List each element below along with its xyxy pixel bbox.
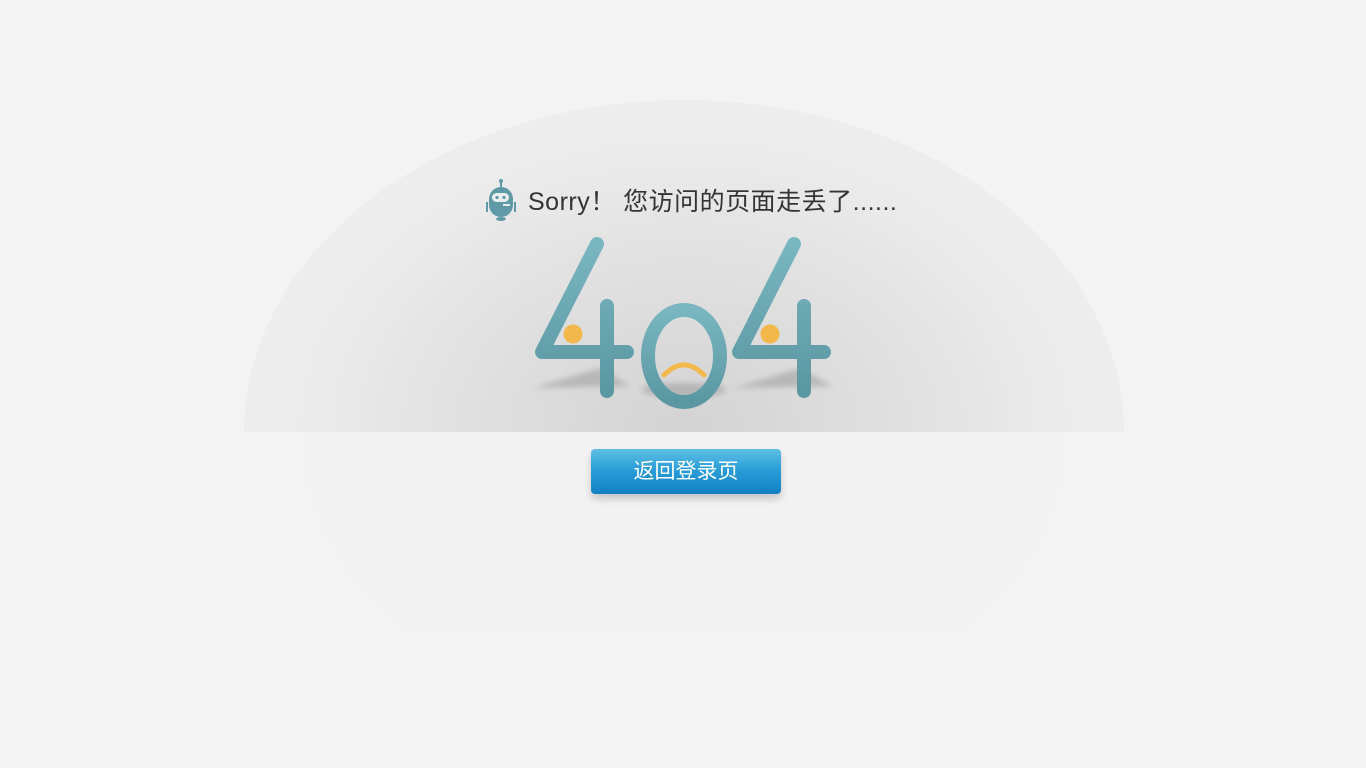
back-to-login-button[interactable]: 返回登录页 <box>591 449 781 494</box>
robot-icon <box>486 179 516 221</box>
digit-four-right <box>732 237 831 398</box>
eye-right <box>760 324 780 344</box>
digit-four-left <box>535 237 634 398</box>
error-message-text: Sorry！ 您访问的页面走丢了...... <box>528 188 898 216</box>
error-404-illustration <box>533 237 832 409</box>
error-message: Sorry！ 您访问的页面走丢了...... <box>484 178 897 222</box>
sad-mouth <box>661 362 707 378</box>
digit-shadows <box>533 368 832 397</box>
eye-left <box>563 324 583 344</box>
